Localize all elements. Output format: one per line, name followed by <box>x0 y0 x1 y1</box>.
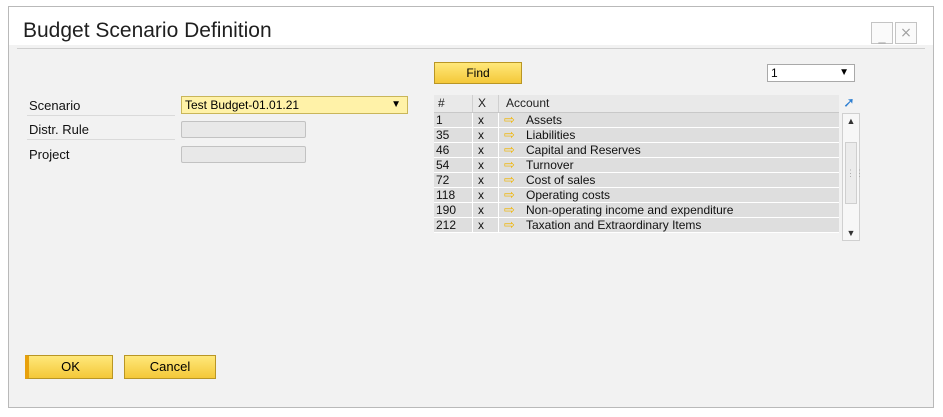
minimize-icon: _ <box>878 28 886 44</box>
scroll-up-icon[interactable]: ▲ <box>843 114 859 128</box>
row-x: x <box>478 128 484 142</box>
arrow-right-icon[interactable]: ⇨ <box>504 188 515 202</box>
cancel-button[interactable]: Cancel <box>124 355 216 379</box>
row-x: x <box>478 218 484 232</box>
chevron-down-icon: ▼ <box>839 67 849 78</box>
row-account: Liabilities <box>526 128 576 142</box>
row-account: Assets <box>526 113 563 127</box>
row-num: 190 <box>436 203 457 217</box>
scenario-dropdown[interactable]: Test Budget-01.01.21 ▼ <box>181 96 408 114</box>
table-row[interactable]: 1 x ⇨ Assets <box>434 113 839 128</box>
accounts-grid: # X Account ➚ 1 x ⇨ Assets 35 x ⇨ Liabil… <box>434 95 864 241</box>
close-button[interactable]: × <box>895 22 917 44</box>
table-row[interactable]: 46 x ⇨ Capital and Reserves <box>434 143 839 158</box>
arrow-right-icon[interactable]: ⇨ <box>504 113 515 127</box>
scroll-thumb[interactable]: ⋮⋮ <box>845 142 864 204</box>
table-row[interactable]: 72 x ⇨ Cost of sales <box>434 173 839 188</box>
distr-rule-field[interactable] <box>181 121 306 138</box>
row-x: x <box>478 113 484 127</box>
row-account: Cost of sales <box>526 173 596 187</box>
row-x: x <box>478 143 484 157</box>
table-row[interactable]: 212 x ⇨ Taxation and Extraordinary Items <box>434 218 839 233</box>
expand-icon[interactable]: ➚ <box>842 95 856 109</box>
row-account: Turnover <box>526 158 574 172</box>
row-num: 118 <box>436 188 456 202</box>
title-divider <box>17 48 925 49</box>
header-x[interactable]: X <box>478 96 486 110</box>
title-bar: Budget Scenario Definition _ × <box>9 7 933 45</box>
row-account: Taxation and Extraordinary Items <box>526 218 702 232</box>
budget-scenario-window: Budget Scenario Definition _ × Scenario … <box>8 6 934 408</box>
arrow-right-icon[interactable]: ⇨ <box>504 203 515 217</box>
column-separator <box>472 113 473 233</box>
row-x: x <box>478 188 484 202</box>
column-separator <box>498 113 499 233</box>
header-num[interactable]: # <box>438 96 445 110</box>
row-num: 212 <box>436 218 457 232</box>
arrow-right-icon[interactable]: ⇨ <box>504 143 515 157</box>
find-button[interactable]: Find <box>434 62 522 84</box>
scenario-label-underline <box>27 115 175 116</box>
scenario-value: Test Budget-01.01.21 <box>185 98 300 112</box>
row-account: Capital and Reserves <box>526 143 641 157</box>
scroll-down-icon[interactable]: ▼ <box>843 226 859 240</box>
close-icon: × <box>900 25 912 41</box>
arrow-right-icon[interactable]: ⇨ <box>504 158 515 172</box>
arrow-right-icon[interactable]: ⇨ <box>504 128 515 142</box>
header-separator <box>472 95 473 112</box>
project-field[interactable] <box>181 146 306 163</box>
distr-rule-label-underline <box>27 139 175 140</box>
row-num: 72 <box>436 173 450 187</box>
page-select-value: 1 <box>771 66 778 80</box>
scenario-label: Scenario <box>29 98 81 113</box>
grid-scrollbar[interactable]: ▲ ⋮⋮ ▼ <box>842 113 864 241</box>
grid-header: # X Account <box>434 95 839 113</box>
row-account: Operating costs <box>526 188 611 202</box>
arrow-right-icon[interactable]: ⇨ <box>504 173 515 187</box>
row-num: 35 <box>436 128 450 142</box>
row-x: x <box>478 158 484 172</box>
header-account[interactable]: Account <box>506 96 549 110</box>
row-num: 1 <box>436 113 443 127</box>
row-num: 46 <box>436 143 450 157</box>
table-row[interactable]: 54 x ⇨ Turnover <box>434 158 839 173</box>
row-x: x <box>478 203 484 217</box>
window-title: Budget Scenario Definition <box>23 19 272 42</box>
table-row[interactable]: 190 x ⇨ Non-operating income and expendi… <box>434 203 839 218</box>
row-x: x <box>478 173 484 187</box>
chevron-down-icon: ▼ <box>391 99 401 110</box>
table-row[interactable]: 35 x ⇨ Liabilities <box>434 128 839 143</box>
page-select[interactable]: 1 ▼ <box>767 64 855 82</box>
distr-rule-label: Distr. Rule <box>29 122 89 137</box>
header-separator <box>498 95 499 112</box>
ok-button[interactable]: OK <box>25 355 113 379</box>
row-account: Non-operating income and expenditure <box>526 203 734 217</box>
minimize-button[interactable]: _ <box>871 22 893 44</box>
project-label: Project <box>29 147 70 162</box>
arrow-right-icon[interactable]: ⇨ <box>504 218 515 232</box>
row-num: 54 <box>436 158 450 172</box>
table-row[interactable]: 118 x ⇨ Operating costs <box>434 188 839 203</box>
